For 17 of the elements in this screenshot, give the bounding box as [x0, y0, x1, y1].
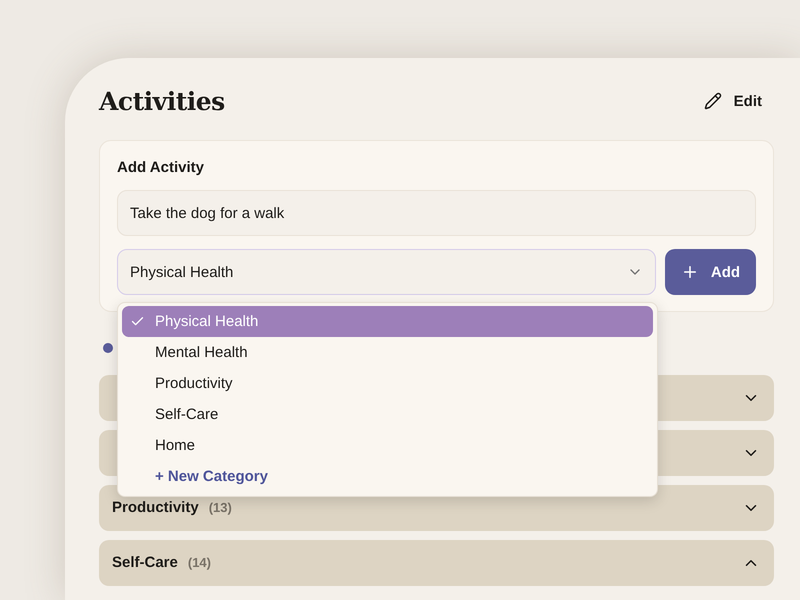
category-row[interactable]: Self-Care (14): [99, 540, 774, 586]
category-name: Productivity: [112, 499, 199, 516]
edit-button[interactable]: Edit: [704, 92, 774, 110]
category-count: (14): [188, 555, 211, 570]
dropdown-option[interactable]: Self-Care: [122, 399, 653, 430]
category-select[interactable]: Physical Health: [117, 249, 656, 295]
pencil-icon: [704, 92, 722, 110]
card-heading: Add Activity: [117, 159, 205, 176]
category-count: (13): [208, 500, 232, 515]
dropdown-option[interactable]: Mental Health: [122, 337, 653, 368]
dot-icon: [103, 343, 113, 353]
dropdown-option[interactable]: Home: [122, 430, 653, 461]
page-title: Activities: [99, 86, 225, 116]
add-button[interactable]: Add: [665, 249, 756, 295]
activity-input[interactable]: Take the dog for a walk: [117, 190, 756, 236]
dropdown-option[interactable]: Productivity: [122, 368, 653, 399]
category-name: Self-Care: [112, 554, 178, 571]
